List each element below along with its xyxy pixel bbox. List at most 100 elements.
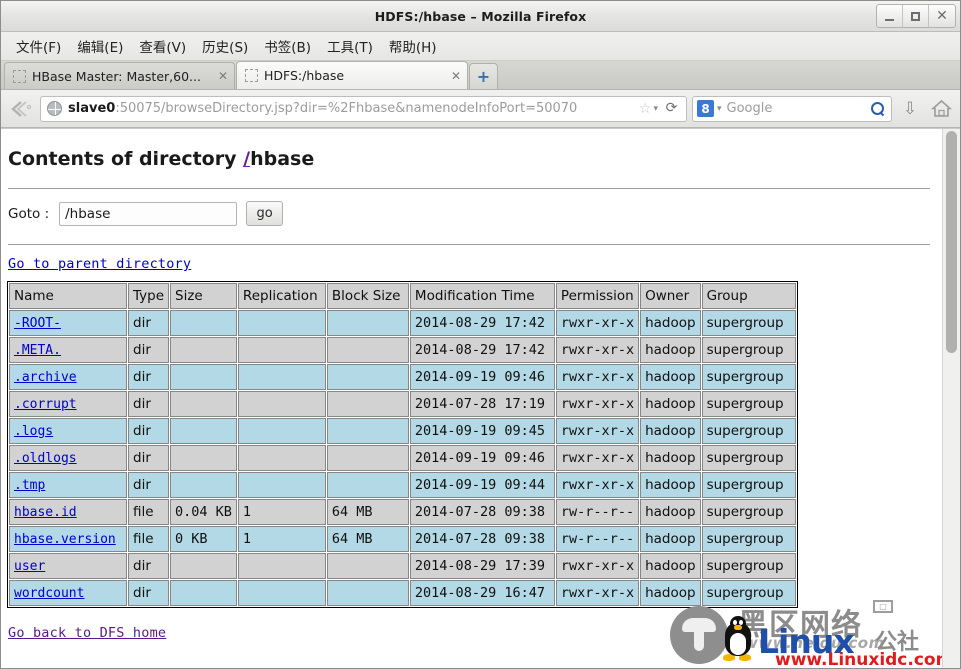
cell-type: dir <box>128 472 170 498</box>
google-logo-icon: 8 <box>697 100 714 117</box>
cell-permission: rwxr-xr-x <box>555 472 640 498</box>
cell-name: .corrupt <box>9 391 127 417</box>
cell-owner: hadoop <box>640 526 701 552</box>
reload-icon[interactable]: ⟳ <box>663 100 680 117</box>
go-button[interactable]: go <box>246 201 284 226</box>
url-bar[interactable]: slave0:50075/browseDirectory.jsp?dir=%2F… <box>40 95 687 122</box>
cell-replication <box>237 391 326 417</box>
file-link[interactable]: .archive <box>14 370 77 385</box>
watermark-overlay: 黑区网络 □ www.heiqu.com Linux 公社 www.Linuxi… <box>670 598 942 668</box>
close-button[interactable]: ✕ <box>929 5 955 27</box>
page-title: Contents of directory /hbase <box>8 148 942 170</box>
menu-item-edit[interactable]: 编辑(E) <box>69 34 131 58</box>
navigation-toolbar: slave0:50075/browseDirectory.jsp?dir=%2F… <box>1 90 960 128</box>
cell-type: dir <box>128 391 170 417</box>
page-content: Contents of directory /hbase Goto : go G… <box>1 129 942 668</box>
mushroom-glyph-icon <box>682 618 716 652</box>
cell-type: dir <box>128 310 170 336</box>
new-tab-button[interactable]: + <box>469 63 498 89</box>
cell-name: .oldlogs <box>9 445 127 471</box>
search-input[interactable]: Google <box>727 101 870 116</box>
menu-item-bookmarks[interactable]: 书签(B) <box>256 34 319 58</box>
file-link[interactable]: .tmp <box>14 478 45 493</box>
back-arrow-icon[interactable] <box>7 96 35 122</box>
watermark-mini-badge-icon: □ <box>873 600 893 613</box>
search-icon[interactable] <box>870 101 886 117</box>
file-link[interactable]: user <box>14 559 45 574</box>
cell-type: dir <box>128 337 170 363</box>
directory-listing-table: Name Type Size Replication Block Size Mo… <box>7 281 798 608</box>
cell-size <box>170 418 237 444</box>
url-path: :50075/browseDirectory.jsp?dir=%2Fhbase&… <box>115 101 578 116</box>
table-row: .oldlogs dir 2014-09-19 09:46 rwxr-xr-x hado… <box>9 445 796 471</box>
divider-bottom <box>8 244 930 245</box>
cell-replication <box>237 445 326 471</box>
tab-hbase-master[interactable]: HBase Master: Master,60... ✕ <box>4 62 235 89</box>
goto-label: Goto : <box>8 205 50 222</box>
goto-input[interactable] <box>59 201 238 226</box>
cell-owner: hadoop <box>640 418 701 444</box>
cell-type: dir <box>128 418 170 444</box>
parent-directory-link[interactable]: Go to parent directory <box>8 256 191 272</box>
cell-replication <box>237 310 326 336</box>
cell-modification-time: 2014-07-28 17:19 <box>409 391 555 417</box>
menu-item-help[interactable]: 帮助(H) <box>381 34 445 58</box>
cell-group: supergroup <box>701 499 796 525</box>
menu-item-view[interactable]: 查看(V) <box>131 34 194 58</box>
maximize-button[interactable] <box>903 5 929 27</box>
file-link[interactable]: -ROOT- <box>14 316 61 331</box>
vertical-scrollbar[interactable] <box>942 129 960 668</box>
cell-name: wordcount <box>9 580 127 606</box>
cell-block-size <box>326 445 409 471</box>
minimize-button[interactable] <box>877 5 903 27</box>
file-link[interactable]: hbase.id <box>14 505 77 520</box>
cell-type: dir <box>128 580 170 606</box>
file-link[interactable]: .logs <box>14 424 53 439</box>
search-engine-chevron-icon[interactable]: ▾ <box>717 104 722 114</box>
file-link[interactable]: .corrupt <box>14 397 77 412</box>
cell-type: file <box>128 499 170 525</box>
file-link[interactable]: .oldlogs <box>14 451 77 466</box>
cell-group: supergroup <box>701 526 796 552</box>
file-link[interactable]: hbase.version <box>14 532 116 547</box>
close-icon: ✕ <box>936 8 948 24</box>
menu-item-history[interactable]: 历史(S) <box>194 34 256 58</box>
cell-modification-time: 2014-09-19 09:46 <box>409 364 555 390</box>
menu-bar: 文件(F) 编辑(E) 查看(V) 历史(S) 书签(B) 工具(T) 帮助(H… <box>1 32 960 61</box>
menu-item-tools[interactable]: 工具(T) <box>319 34 381 58</box>
cell-block-size <box>326 364 409 390</box>
dfs-home-link[interactable]: Go back to DFS home <box>8 625 166 641</box>
cell-size <box>170 580 237 606</box>
home-icon[interactable] <box>928 96 954 122</box>
file-link[interactable]: .META. <box>14 343 61 358</box>
column-header-size: Size <box>170 283 237 309</box>
cell-name: user <box>9 553 127 579</box>
cell-type: dir <box>128 364 170 390</box>
file-link[interactable]: wordcount <box>14 586 84 601</box>
tab-close-icon[interactable]: ✕ <box>451 69 461 83</box>
scrollbar-thumb[interactable] <box>946 131 957 353</box>
downloads-icon[interactable]: ⇩ <box>897 96 923 122</box>
cell-group: supergroup <box>701 472 796 498</box>
table-row: .META. dir 2014-08-29 17:42 rwxr-xr-x hadoop… <box>9 337 796 363</box>
cell-size <box>170 553 237 579</box>
tab-label: HBase Master: Master,60... <box>32 68 201 84</box>
cell-permission: rw-r--r-- <box>555 526 640 552</box>
tab-close-icon[interactable]: ✕ <box>218 69 228 83</box>
cell-permission: rwxr-xr-x <box>555 310 640 336</box>
cell-modification-time: 2014-07-28 09:38 <box>409 526 555 552</box>
search-bar[interactable]: 8 ▾ Google <box>692 95 892 122</box>
tab-favicon-icon <box>245 69 258 82</box>
cell-size <box>170 391 237 417</box>
cell-group: supergroup <box>701 418 796 444</box>
cell-owner: hadoop <box>640 499 701 525</box>
cell-owner: hadoop <box>640 310 701 336</box>
bookmark-star-icon[interactable]: ☆ <box>639 101 652 117</box>
column-header-replication: Replication <box>237 283 326 309</box>
tab-hdfs-hbase[interactable]: HDFS:/hbase ✕ <box>236 61 468 89</box>
chevron-down-icon[interactable]: ▾ <box>653 104 658 114</box>
column-header-permission: Permission <box>555 283 640 309</box>
menu-item-file[interactable]: 文件(F) <box>8 34 69 58</box>
cell-permission: rwxr-xr-x <box>555 553 640 579</box>
cell-owner: hadoop <box>640 337 701 363</box>
